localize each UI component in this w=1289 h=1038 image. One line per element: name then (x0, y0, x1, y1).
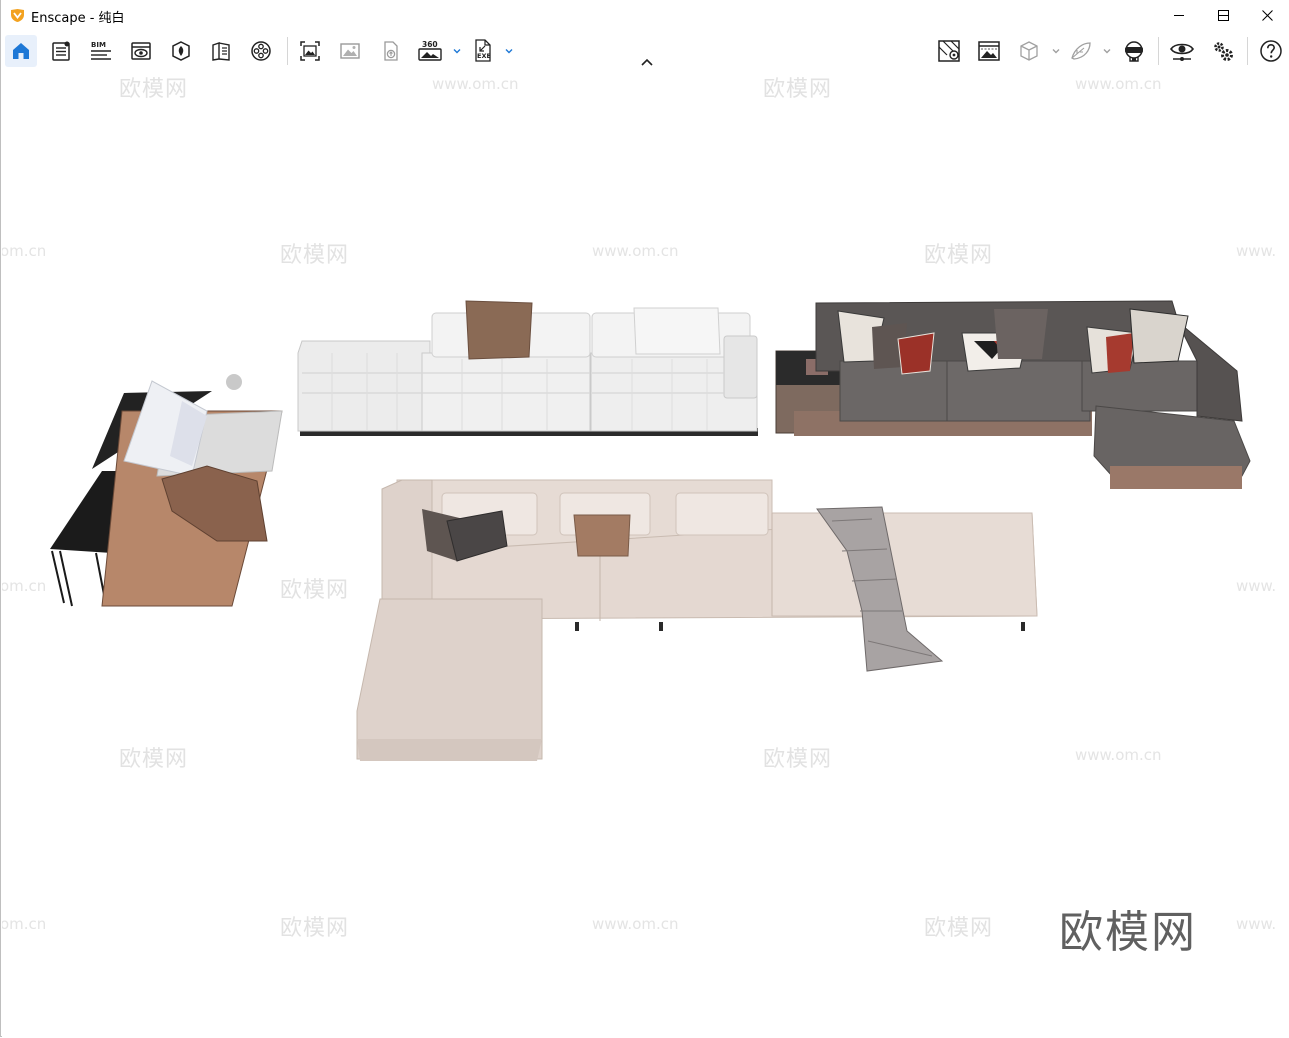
upload-icon (384, 41, 398, 61)
cube-dropdown-chevron-icon[interactable] (1051, 46, 1061, 56)
material-button[interactable] (1065, 35, 1097, 67)
map-button[interactable] (933, 35, 965, 67)
map-icon (938, 40, 960, 62)
vr-headset-icon (1125, 41, 1143, 62)
home-button[interactable] (5, 35, 37, 67)
window-title: Enscape - 纯白 (31, 11, 125, 26)
white-tufted-sofa (297, 300, 758, 436)
bim-label: BIM (91, 41, 106, 49)
panorama-label: 360 (422, 40, 438, 49)
material-icon (1071, 42, 1091, 60)
notes-button[interactable] (45, 35, 77, 67)
panorama-dropdown-chevron-icon[interactable] (452, 46, 462, 56)
asset-library-icon (172, 41, 190, 61)
screenshot-icon (300, 41, 320, 61)
visual-settings-button[interactable] (125, 35, 157, 67)
minimize-btn[interactable] (1156, 0, 1202, 31)
settings-icon (1214, 42, 1233, 61)
minimize-icon (1173, 15, 1184, 16)
toolbar-divider-right (1158, 37, 1159, 65)
view-management-button[interactable] (973, 35, 1005, 67)
video-editor-button[interactable] (245, 35, 277, 67)
maximize-icon (1217, 10, 1229, 21)
home-icon (13, 43, 29, 59)
eye-icon (1170, 43, 1194, 61)
visual-settings-icon (131, 42, 151, 60)
panorama-icon: 360 (418, 40, 442, 61)
toolbar-divider-help (1247, 37, 1248, 65)
close-icon (1261, 10, 1273, 21)
collapse-toolbar-chevron-icon[interactable] (639, 56, 655, 68)
video-editor-icon (251, 41, 271, 61)
exe-label: EXE (477, 52, 491, 60)
vr-headset-button[interactable] (1118, 35, 1150, 67)
view-management-icon (978, 41, 1000, 61)
bim-button[interactable]: BIM (85, 35, 117, 67)
screenshot-button[interactable] (294, 35, 326, 67)
help-button[interactable] (1255, 35, 1287, 67)
beige-l-sectional-sofa (356, 479, 1038, 761)
export-exe-icon: EXE (475, 39, 491, 62)
notes-icon (52, 41, 70, 61)
viewer-button[interactable] (1166, 35, 1198, 67)
panorama-button[interactable]: 360 (414, 35, 446, 67)
material-dropdown-chevron-icon[interactable] (1102, 46, 1112, 56)
brand-watermark: 欧模网 (1059, 907, 1197, 958)
maximize-button[interactable] (1200, 0, 1246, 31)
close-button[interactable] (1244, 0, 1289, 31)
grey-sectional-sofa (775, 300, 1251, 489)
help-icon (1260, 40, 1282, 62)
upload-button[interactable] (374, 35, 406, 67)
render-viewport[interactable]: 欧模网 www.om.cn 欧模网 www.om.cn om.cn 欧模网 ww… (2, 71, 1289, 1037)
title-bar[interactable]: Enscape - 纯白 (1, 0, 1289, 31)
app-window: Enscape - 纯白 BIM 360 EXE 欧模网 www.om.cn 欧… (0, 0, 1289, 1037)
batch-render-button[interactable] (334, 35, 366, 67)
cube-button[interactable] (1013, 35, 1045, 67)
views-icon (212, 42, 230, 61)
toolbar-divider (287, 37, 288, 65)
enscape-logo-icon (11, 9, 24, 22)
settings-button[interactable] (1207, 35, 1239, 67)
views-button[interactable] (205, 35, 237, 67)
bim-icon: BIM (91, 41, 111, 60)
sofa-render-scene (50, 300, 1251, 761)
asset-library-button[interactable] (165, 35, 197, 67)
batch-render-icon (340, 43, 360, 59)
cube-icon (1020, 41, 1038, 61)
export-exe-button[interactable]: EXE (467, 35, 499, 67)
brown-daybed-with-console (50, 374, 283, 607)
export-dropdown-chevron-icon[interactable] (504, 46, 514, 56)
